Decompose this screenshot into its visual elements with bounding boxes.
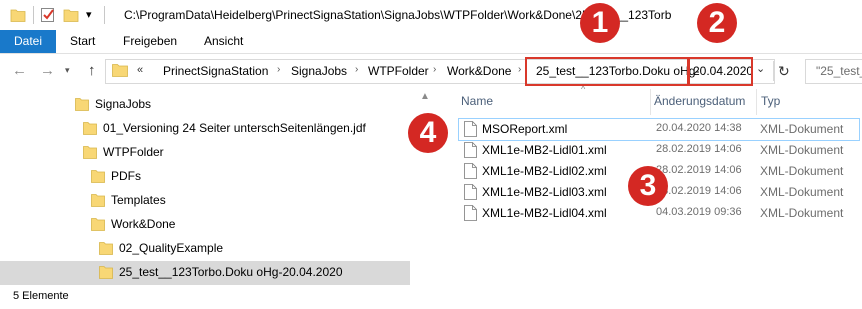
folder-icon [83, 146, 97, 159]
up-arrow-icon[interactable]: ↑ [88, 62, 96, 79]
column-divider[interactable] [650, 89, 651, 115]
new-folder-icon[interactable] [63, 7, 79, 23]
folder-icon [91, 218, 105, 231]
file-type: XML-Dokument [760, 185, 844, 199]
file-type: XML-Dokument [760, 122, 844, 136]
breadcrumb-separator[interactable]: › [355, 64, 358, 75]
column-header-type[interactable]: Typ [761, 94, 780, 108]
xml-file-icon [464, 121, 477, 137]
column-header-date[interactable]: Änderungsdatum [654, 94, 745, 108]
annotation-marker-3: 3 [628, 166, 668, 206]
file-name: MSOReport.xml [482, 122, 568, 136]
breadcrumb-prinectsignastation[interactable]: PrinectSignaStation [163, 64, 268, 78]
folder-icon [75, 98, 89, 111]
tree-item-label: Work&Done [111, 217, 176, 231]
tree-item-label: PDFs [111, 169, 141, 183]
status-bar: 5 Elemente [0, 287, 862, 309]
tree-item-label: SignaJobs [95, 97, 152, 111]
tree-item-label: Templates [111, 193, 166, 207]
tree-item-label: WTPFolder [103, 145, 164, 159]
file-date: 28.02.2019 14:06 [656, 164, 742, 176]
annotation-box-folder-name [525, 57, 689, 86]
column-divider[interactable] [756, 89, 757, 115]
folder-icon [112, 64, 128, 77]
breadcrumb-signajobs[interactable]: SignaJobs [291, 64, 347, 78]
search-input[interactable]: "25_test_ [805, 59, 862, 84]
properties-checkmark-icon[interactable] [40, 7, 56, 23]
breadcrumb-work-done[interactable]: Work&Done [447, 64, 511, 78]
file-date: 28.02.2019 14:06 [656, 143, 742, 155]
scroll-up-arrow-icon[interactable]: ▲ [420, 91, 430, 102]
quick-access-dropdown[interactable]: ▾ [86, 8, 92, 21]
recent-locations-chevron-icon[interactable]: ▾ [65, 65, 70, 76]
navigation-pane: SignaJobs 01_Versioning 24 Seiter unters… [0, 87, 412, 287]
file-row-lidl04[interactable]: XML1e-MB2-Lidl04.xml 04.03.2019 09:36 XM… [459, 203, 862, 224]
file-type: XML-Dokument [760, 164, 844, 178]
tab-ansicht[interactable]: Ansicht [192, 30, 255, 53]
file-type: XML-Dokument [760, 206, 844, 220]
file-row-lidl01[interactable]: XML1e-MB2-Lidl01.xml 28.02.2019 14:06 XM… [459, 140, 862, 161]
toolbar-divider [104, 6, 105, 24]
tab-datei[interactable]: Datei [0, 30, 57, 53]
column-header-row: ^ Name Änderungsdatum Typ [445, 84, 862, 115]
search-text: "25_test_ [816, 64, 862, 78]
column-header-name[interactable]: Name [461, 94, 493, 108]
folder-icon [99, 242, 113, 255]
folder-icon [91, 194, 105, 207]
file-date: 20.04.2020 14:38 [656, 122, 742, 134]
refresh-icon[interactable]: ↻ [778, 63, 790, 80]
annotation-marker-2: 2 [697, 3, 737, 43]
breadcrumb-overflow[interactable]: « [137, 64, 143, 76]
file-name: XML1e-MB2-Lidl03.xml [482, 185, 607, 199]
tab-start[interactable]: Start [58, 30, 107, 53]
breadcrumb-wtpfolder[interactable]: WTPFolder [368, 64, 429, 78]
breadcrumb-separator[interactable]: › [433, 64, 436, 75]
address-history-chevron-icon[interactable]: ⌄ [756, 62, 765, 75]
tree-item-label: 25_test__123Torbo.Doku oHg-20.04.2020 [119, 265, 343, 279]
toolbar-divider [33, 6, 34, 24]
annotation-marker-4: 4 [408, 113, 448, 153]
file-name: XML1e-MB2-Lidl04.xml [482, 206, 607, 220]
file-date: 28.02.2019 14:06 [656, 185, 742, 197]
xml-file-icon [464, 142, 477, 158]
annotation-marker-1: 1 [580, 3, 620, 43]
tree-item-label: 02_QualityExample [119, 241, 224, 255]
folder-icon [83, 122, 97, 135]
xml-file-icon [464, 205, 477, 221]
folder-icon [99, 266, 113, 279]
address-divider [773, 61, 774, 81]
tab-freigeben[interactable]: Freigeben [111, 30, 189, 53]
forward-arrow-icon[interactable]: → [40, 62, 55, 79]
folder-icon[interactable] [10, 7, 26, 23]
annotation-box-folder-date [688, 57, 753, 86]
file-name: XML1e-MB2-Lidl01.xml [482, 143, 607, 157]
breadcrumb-separator[interactable]: › [277, 64, 280, 75]
file-date: 04.03.2019 09:36 [656, 206, 742, 218]
xml-file-icon [464, 163, 477, 179]
item-count: 5 Elemente [13, 290, 69, 302]
file-type: XML-Dokument [760, 143, 844, 157]
tree-item-label: 01_Versioning 24 Seiter unterschSeitenlä… [103, 121, 366, 135]
file-name: XML1e-MB2-Lidl02.xml [482, 164, 607, 178]
xml-file-icon [464, 184, 477, 200]
file-row-msoreport[interactable]: MSOReport.xml 20.04.2020 14:38 XML-Dokum… [458, 118, 860, 141]
folder-icon [91, 170, 105, 183]
back-arrow-icon[interactable]: ← [12, 62, 27, 79]
breadcrumb-separator[interactable]: › [518, 64, 521, 75]
